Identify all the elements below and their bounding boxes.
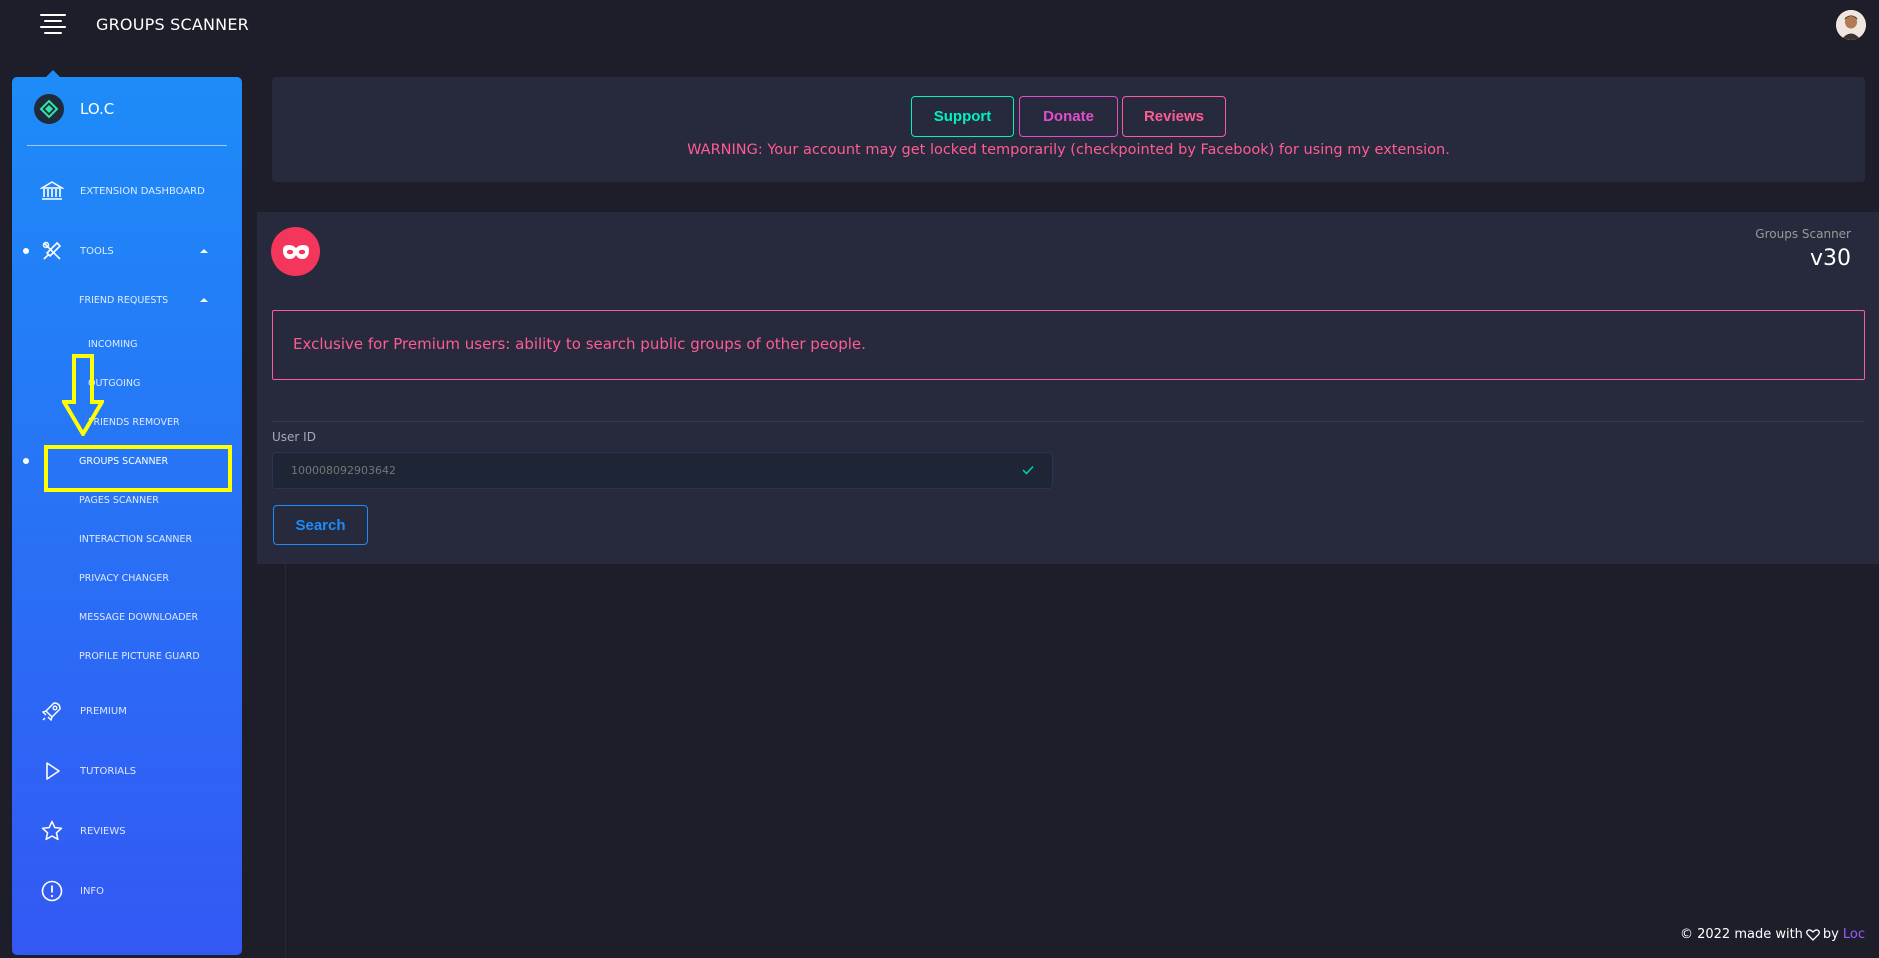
- star-icon: [41, 820, 63, 841]
- sidebar-item-label: REVIEWS: [80, 825, 126, 837]
- sidebar-item-label: MESSAGE DOWNLOADER: [79, 611, 199, 623]
- footer-text: © 2022 made with: [1679, 927, 1803, 942]
- play-icon: [46, 762, 60, 780]
- sidebar-item-label: TOOLS: [80, 245, 114, 257]
- user-id-label: User ID: [272, 430, 316, 444]
- footer: © 2022 made with by Loc: [1680, 927, 1865, 942]
- brand[interactable]: LO.C: [34, 94, 114, 124]
- sidebar-item-label: INFO: [80, 885, 105, 897]
- check-icon: [1022, 465, 1034, 475]
- brand-name: LO.C: [80, 100, 115, 118]
- rocket-icon: [41, 702, 61, 722]
- annotation-arrow-icon: [62, 354, 104, 436]
- sidebar-item-pages-scanner[interactable]: PAGES SCANNER: [12, 489, 242, 511]
- hamburger-menu-icon[interactable]: [40, 14, 66, 36]
- sidebar-item-tools[interactable]: TOOLS: [12, 236, 242, 266]
- sidebar-item-friend-requests[interactable]: FRIEND REQUESTS: [12, 289, 242, 311]
- user-id-field: [272, 452, 1053, 489]
- sidebar-item-friends-remover[interactable]: FRIENDS REMOVER: [12, 411, 242, 433]
- mask-icon: [271, 227, 320, 276]
- sidebar-item-info[interactable]: INFO: [12, 876, 242, 906]
- sidebar-item-label: TUTORIALS: [80, 765, 137, 777]
- sidebar-item-incoming[interactable]: INCOMING: [12, 333, 242, 355]
- sidebar-item-interaction-scanner[interactable]: INTERACTION SCANNER: [12, 528, 242, 550]
- tools-icon: [42, 241, 62, 260]
- sidebar-divider: [27, 145, 227, 146]
- sidebar-item-label: PROFILE PICTURE GUARD: [79, 650, 200, 662]
- caret-up-icon: [200, 298, 208, 302]
- donate-button[interactable]: Donate: [1019, 96, 1118, 137]
- sidebar-item-reviews[interactable]: REVIEWS: [12, 816, 242, 846]
- heart-icon: [1805, 928, 1820, 941]
- sidebar-item-tutorials[interactable]: TUTORIALS: [12, 756, 242, 786]
- sidebar-item-privacy-changer[interactable]: PRIVACY CHANGER: [12, 567, 242, 589]
- warning-text: WARNING: Your account may get locked tem…: [687, 142, 1450, 158]
- brand-logo-icon: [34, 94, 64, 124]
- sidebar-item-label: FRIEND REQUESTS: [79, 294, 169, 306]
- sidebar-item-premium[interactable]: PREMIUM: [12, 696, 242, 726]
- sidebar-item-profile-picture-guard[interactable]: PROFILE PICTURE GUARD: [12, 645, 242, 667]
- premium-notice: Exclusive for Premium users: ability to …: [272, 310, 1865, 380]
- action-card: Support Donate Reviews WARNING: Your acc…: [272, 77, 1865, 182]
- annotation-highlight-box: [44, 445, 232, 492]
- user-avatar[interactable]: [1836, 10, 1866, 40]
- support-button[interactable]: Support: [911, 96, 1014, 137]
- top-navbar: GROUPS SCANNER: [0, 0, 1879, 50]
- card-version: v30: [1809, 246, 1851, 271]
- reviews-button[interactable]: Reviews: [1122, 96, 1226, 137]
- premium-notice-text: Exclusive for Premium users: ability to …: [293, 335, 866, 353]
- sidebar-item-label: EXTENSION DASHBOARD: [80, 185, 205, 197]
- card-subtitle: Groups Scanner: [1755, 227, 1851, 241]
- author-link[interactable]: Loc: [1843, 927, 1865, 942]
- groups-scanner-card: Groups Scanner v30 Exclusive for Premium…: [257, 212, 1879, 564]
- sidebar-item-outgoing[interactable]: OUTGOING: [12, 372, 242, 394]
- page-title: GROUPS SCANNER: [96, 15, 249, 34]
- sidebar-item-dashboard[interactable]: EXTENSION DASHBOARD: [12, 176, 242, 206]
- sidebar-item-message-downloader[interactable]: MESSAGE DOWNLOADER: [12, 606, 242, 628]
- footer-by: by: [1822, 927, 1839, 942]
- sidebar-item-label: INTERACTION SCANNER: [79, 533, 193, 545]
- info-icon: [41, 880, 63, 902]
- divider: [272, 421, 1865, 422]
- sidebar-item-label: PAGES SCANNER: [79, 494, 159, 506]
- search-button[interactable]: Search: [273, 505, 368, 545]
- sidebar-item-label: PRIVACY CHANGER: [79, 572, 169, 584]
- sidebar-caret: [46, 70, 60, 77]
- user-id-input[interactable]: [273, 453, 1013, 488]
- sidebar-item-label: INCOMING: [88, 338, 138, 350]
- sidebar: LO.C EXTENSION DASHBOARD TOOLS FRIEND RE…: [12, 77, 242, 955]
- caret-up-icon: [200, 249, 208, 253]
- content-divider-line: [285, 564, 286, 958]
- sidebar-item-label: PREMIUM: [80, 705, 127, 717]
- bank-icon: [40, 181, 64, 200]
